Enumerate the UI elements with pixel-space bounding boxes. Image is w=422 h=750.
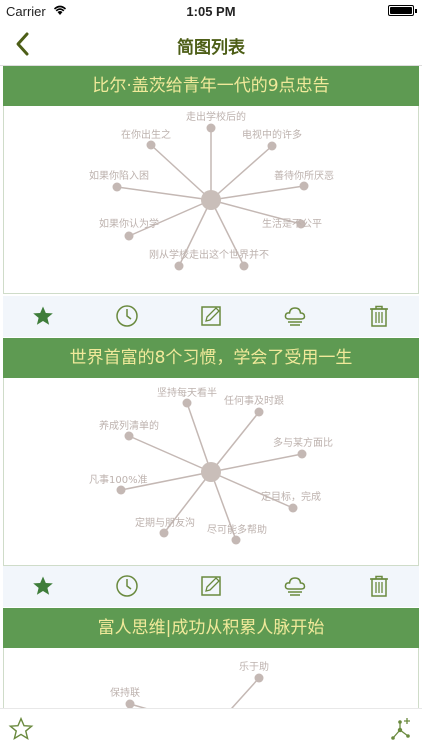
mindmap-node <box>299 181 309 191</box>
favorite-button[interactable] <box>31 574 55 598</box>
card-title: 世界首富的8个习惯，学会了受用一生 <box>3 338 419 378</box>
mindmap-preview[interactable]: 坚持每天看半 任何事及时跟 多与某方面比 定目标，完成 尽可能多帮助 定期与朋友… <box>3 378 419 566</box>
mindmap-node <box>231 535 241 545</box>
mindmap-node-label: 任何事及时跟 <box>224 394 284 407</box>
delete-button[interactable] <box>367 304 391 328</box>
mindmap-node <box>254 673 264 683</box>
favorites-filter-button[interactable] <box>8 716 34 742</box>
trash-icon <box>370 575 388 597</box>
mindmap-node-label: 走出学校后的 <box>186 110 246 123</box>
star-icon <box>33 306 53 325</box>
edit-button[interactable] <box>199 574 223 598</box>
card-toolbar <box>3 296 419 337</box>
mindmap-node-label: 养成列清单的 <box>99 419 159 432</box>
card-title: 富人思维|成功从积累人脉开始 <box>3 608 419 648</box>
mindmap-node-label: 刚从学校走出这个世界并不 <box>149 248 269 261</box>
mindmap-node <box>124 231 134 241</box>
new-mindmap-button[interactable] <box>388 716 414 742</box>
clock-time: 1:05 PM <box>186 4 236 19</box>
history-button[interactable] <box>115 304 139 328</box>
mindmap-node <box>112 182 122 192</box>
cloud-upload-icon <box>284 577 306 596</box>
mindmap-node-label: 尽可能多帮助 <box>207 523 267 536</box>
mindmap-node-label: 多与某方面比 <box>273 436 333 449</box>
bottom-toolbar <box>0 708 422 750</box>
mindmap-node-label: 定目标，完成 <box>261 490 321 503</box>
mindmap-diagram: 走出学校后的 电视中的许多 善待你所厌恶 生活是不公平 刚从学校走出这个世界并不… <box>89 110 334 271</box>
cloud-upload-button[interactable] <box>283 304 307 328</box>
mindmap-node-label: 乐于助 <box>239 660 269 673</box>
card-title: 比尔·盖茨给青年一代的9点忠告 <box>3 66 419 106</box>
mindmap-node-label: 电视中的许多 <box>242 128 302 141</box>
mindmap-card[interactable]: 比尔·盖茨给青年一代的9点忠告 走出学校后的 电视中的许多 善待你所厌恶 生活是… <box>3 66 419 294</box>
nav-bar: 简图列表 <box>0 22 422 66</box>
mindmap-node-label: 如果你认为学 <box>99 217 159 230</box>
mindmap-node <box>159 528 169 538</box>
mindmap-node-label: 坚持每天看半 <box>157 386 217 399</box>
mindmap-node <box>116 485 126 495</box>
mindmap-preview[interactable]: 走出学校后的 电视中的许多 善待你所厌恶 生活是不公平 刚从学校走出这个世界并不… <box>3 106 419 294</box>
mindmap-node-label: 凡事100%准 <box>89 473 148 486</box>
card-toolbar <box>3 566 419 607</box>
mindmap-node-label: 在你出生之 <box>121 128 171 141</box>
star-outline-icon <box>8 716 34 741</box>
clock-icon <box>116 305 138 327</box>
mindmap-preview[interactable]: 乐于助 保持联 <box>3 648 419 708</box>
mindmap-card[interactable]: 世界首富的8个习惯，学会了受用一生 坚持每天看半 任何事及时跟 多与某方面比 定… <box>3 338 419 566</box>
mindmap-node <box>297 449 307 459</box>
mindmap-node-label: 善待你所厌恶 <box>274 169 334 182</box>
clock-icon <box>116 575 138 597</box>
favorite-button[interactable] <box>31 304 55 328</box>
mindmap-node <box>182 398 192 408</box>
mindmap-center-node <box>201 190 221 210</box>
status-bar: Carrier 1:05 PM <box>0 0 422 22</box>
mindmap-node <box>254 407 264 417</box>
cloud-upload-icon <box>284 307 306 326</box>
delete-button[interactable] <box>367 574 391 598</box>
mindmap-node <box>125 699 135 708</box>
mindmap-node <box>124 431 134 441</box>
cloud-upload-button[interactable] <box>283 574 307 598</box>
mindmap-center-node <box>201 462 221 482</box>
mindmap-card[interactable]: 富人思维|成功从积累人脉开始 乐于助 保持联 <box>3 608 419 708</box>
edit-button[interactable] <box>199 304 223 328</box>
mindmap-node <box>174 261 184 271</box>
page-title: 简图列表 <box>177 38 245 58</box>
edit-icon <box>201 576 221 596</box>
mindmap-node-label: 定期与朋友沟 <box>135 516 195 529</box>
mindmap-diagram: 乐于助 保持联 <box>110 660 269 708</box>
mindmap-node-label: 生活是不公平 <box>262 217 322 230</box>
add-node-icon <box>391 718 410 740</box>
battery-icon <box>388 5 417 16</box>
trash-icon <box>370 305 388 327</box>
star-icon <box>33 576 53 595</box>
mindmap-node <box>267 141 277 151</box>
mindmap-node-label: 保持联 <box>110 686 140 699</box>
mindmap-node <box>239 261 249 271</box>
history-button[interactable] <box>115 574 139 598</box>
mindmap-node <box>146 140 156 150</box>
mindmap-node <box>288 503 298 513</box>
edit-icon <box>201 306 221 326</box>
mindmap-diagram: 坚持每天看半 任何事及时跟 多与某方面比 定目标，完成 尽可能多帮助 定期与朋友… <box>89 386 333 545</box>
mindmap-node-label: 如果你陷入困 <box>89 169 149 182</box>
mindmap-node <box>206 123 216 133</box>
